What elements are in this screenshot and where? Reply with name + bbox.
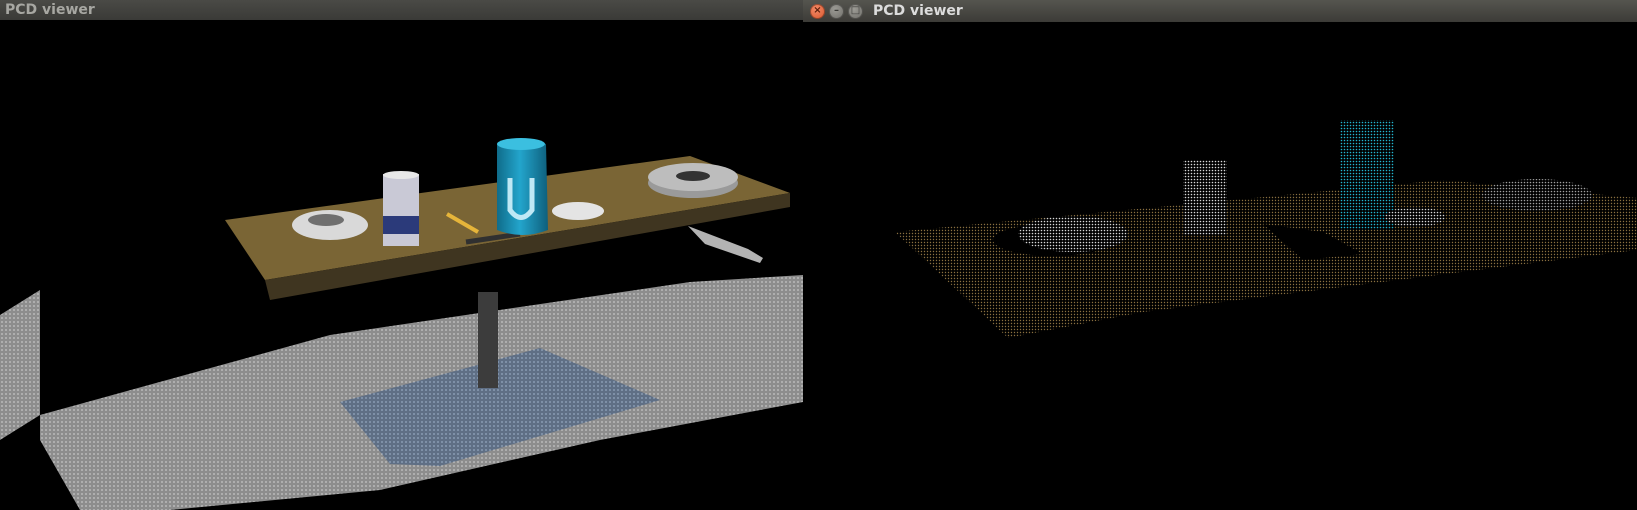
titlebar-right[interactable]: × – □ PCD viewer (803, 0, 1637, 22)
pcd-viewer-window-right: × – □ PCD viewer (803, 0, 1637, 510)
scene-render-right (895, 120, 1637, 338)
disc-hole (676, 171, 710, 181)
table-leg (478, 292, 498, 388)
cloud-can (1340, 120, 1394, 230)
close-icon[interactable]: × (810, 3, 825, 19)
cloud-cup (1183, 160, 1227, 235)
floor-surface (0, 290, 40, 440)
titlebar-left[interactable]: PCD viewer (0, 0, 803, 20)
plate-object (552, 202, 604, 220)
point-cloud-viewport-left[interactable] (0, 20, 803, 510)
cloud-plate (1385, 207, 1445, 227)
maximize-icon[interactable]: □ (848, 3, 863, 19)
window-title: PCD viewer (873, 3, 963, 19)
point-cloud-viewport-right[interactable] (803, 22, 1637, 510)
bowl-object (308, 214, 344, 226)
scene-render-left (0, 138, 803, 510)
cup-top (383, 171, 419, 179)
cloud-disc (1482, 179, 1592, 211)
window-controls: × – □ (810, 3, 863, 19)
minimize-icon[interactable]: – (829, 3, 844, 19)
window-title: PCD viewer (5, 2, 95, 18)
wall-surface (688, 226, 763, 263)
cloud-bowl (1018, 216, 1128, 252)
pcd-viewer-window-left: PCD viewer (0, 0, 803, 510)
cup-label (383, 216, 419, 234)
can-top (497, 138, 545, 150)
can-object (497, 140, 548, 235)
cup-object (383, 174, 419, 246)
